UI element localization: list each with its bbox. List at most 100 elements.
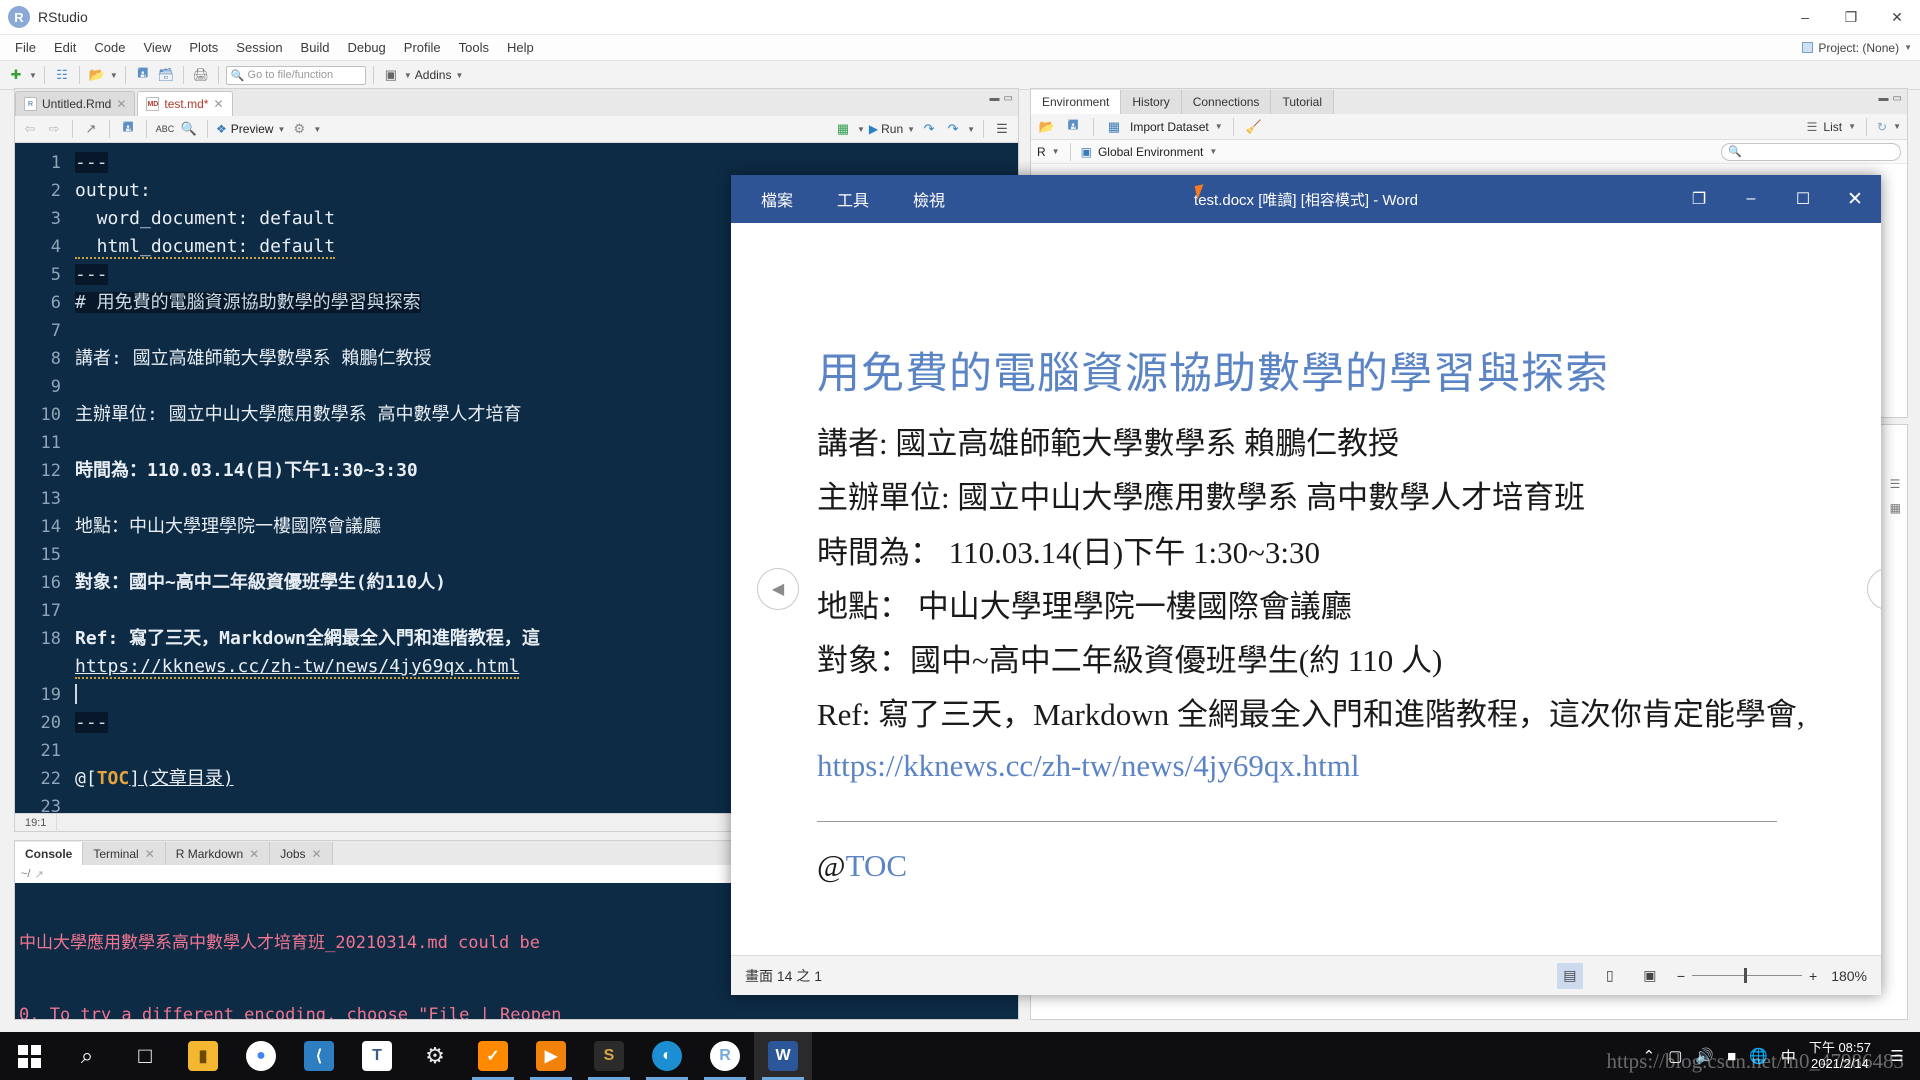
word-menu-view[interactable]: 檢視 <box>891 181 967 217</box>
print-icon[interactable]: 🖨 <box>191 65 211 85</box>
list-chevron-icon[interactable]: ▼ <box>1848 122 1856 131</box>
refresh-icon[interactable]: ↻ <box>1877 120 1887 134</box>
spellcheck-icon[interactable]: ABC <box>155 119 175 139</box>
zoom-slider[interactable]: − + <box>1677 968 1817 984</box>
maximize-icon[interactable]: ☐ <box>1777 175 1829 223</box>
back-arrow-icon[interactable]: ⇦ <box>20 119 40 139</box>
maximize-pane-icon[interactable]: ▭ <box>1004 93 1013 104</box>
insert-chunk-icon[interactable]: ▦ <box>833 119 853 139</box>
word-menu-tools[interactable]: 工具 <box>815 181 891 217</box>
new-file-icon[interactable]: ✚ <box>6 65 26 85</box>
pane-list-icon[interactable]: ☰ <box>1890 477 1901 491</box>
run-chevron-icon[interactable]: ▼ <box>907 125 915 134</box>
workbench-pane-icon[interactable]: ▣ <box>381 65 401 85</box>
list-view-icon[interactable]: ☰ <box>1807 120 1818 134</box>
taskbar-google-chrome[interactable]: ● <box>232 1032 290 1080</box>
previous-page-button[interactable]: ◀ <box>757 568 799 610</box>
find-replace-icon[interactable]: 🔍 <box>179 119 199 139</box>
menu-tools[interactable]: Tools <box>450 37 498 58</box>
save-all-icon[interactable]: 🗃 <box>156 65 176 85</box>
refresh-chevron-icon[interactable]: ▼ <box>1893 122 1901 131</box>
reference-hyperlink[interactable]: https://kknews.cc/zh-tw/news/4jy69qx.htm… <box>817 748 1359 783</box>
goto-file-input[interactable]: 🔍 Go to file/function <box>225 65 366 85</box>
environment-search-input[interactable]: 🔍 <box>1721 142 1901 161</box>
menu-help[interactable]: Help <box>498 37 543 58</box>
menu-file[interactable]: File <box>6 37 45 58</box>
zoom-in-button[interactable]: + <box>1809 968 1817 984</box>
zoom-level-label[interactable]: 180% <box>1831 968 1867 984</box>
insert-chevron-icon[interactable]: ▼ <box>857 125 865 134</box>
close-icon[interactable]: ✕ <box>1874 0 1920 35</box>
ribbon-display-options-icon[interactable]: ❐ <box>1673 175 1725 223</box>
clear-workspace-icon[interactable]: 🧹 <box>1244 117 1264 137</box>
tab-console[interactable]: Console <box>15 842 84 865</box>
menu-build[interactable]: Build <box>292 37 339 58</box>
tab-environment[interactable]: Environment <box>1031 90 1122 114</box>
pane-grid-icon[interactable]: ▦ <box>1890 501 1901 515</box>
r-engine-chevron-icon[interactable]: ▼ <box>1052 147 1060 156</box>
word-document-body[interactable]: ◀ 用免費的電腦資源協助數學的學習與探索 講者: 國立高雄師範大學數學系 賴鵬仁… <box>731 223 1881 955</box>
search-button[interactable]: ⌕ <box>58 1032 116 1080</box>
tab-r-markdown[interactable]: R Markdown ✕ <box>165 842 271 865</box>
maximize-pane-icon[interactable]: ▭ <box>1893 93 1902 104</box>
taskbar-vscode[interactable]: ⟨ <box>290 1032 348 1080</box>
save-icon[interactable]: 🖪 <box>133 65 153 85</box>
taskbar-microsoft-edge[interactable]: ◐ <box>638 1032 696 1080</box>
gear-chevron-icon[interactable]: ▼ <box>313 125 321 134</box>
load-workspace-icon[interactable]: 📂 <box>1037 117 1057 137</box>
menu-session[interactable]: Session <box>227 37 291 58</box>
minimize-icon[interactable]: – <box>1782 0 1828 35</box>
menu-code[interactable]: Code <box>85 37 134 58</box>
read-mode-icon[interactable]: ▤ <box>1556 962 1583 989</box>
close-tab-icon[interactable]: ✕ <box>312 847 322 861</box>
taskbar-file-explorer[interactable]: ▮ <box>174 1032 232 1080</box>
addins-button[interactable]: Addins ▼ <box>415 68 464 82</box>
menu-profile[interactable]: Profile <box>395 37 450 58</box>
source-tab-untitled-rmd[interactable]: R Untitled.Rmd ✕ <box>15 91 136 116</box>
taskbar-sublime-text[interactable]: S <box>580 1032 638 1080</box>
word-menu-file[interactable]: 檔案 <box>739 181 815 217</box>
gear-icon[interactable]: ⚙ <box>289 119 309 139</box>
open-file-icon[interactable]: 📂 <box>87 65 107 85</box>
preview-chevron-icon[interactable]: ▼ <box>277 125 285 134</box>
task-view-button[interactable]: □ <box>116 1032 174 1080</box>
minimize-icon[interactable]: – <box>1725 175 1777 223</box>
import-dataset-label[interactable]: Import Dataset <box>1130 120 1209 134</box>
zoom-out-button[interactable]: − <box>1677 968 1685 984</box>
global-environment-label[interactable]: Global Environment <box>1098 145 1203 159</box>
import-chevron-icon[interactable]: ▼ <box>1215 122 1223 131</box>
zoom-track[interactable] <box>1692 968 1802 983</box>
new-file-chevron-icon[interactable]: ▼ <box>29 71 37 80</box>
close-tab-icon[interactable]: ✕ <box>249 847 259 861</box>
project-selector[interactable]: Project: (None) ▼ <box>1802 41 1912 55</box>
taskbar-check-app[interactable]: ✓ <box>464 1032 522 1080</box>
taskbar-text-editor[interactable]: T <box>348 1032 406 1080</box>
tab-jobs[interactable]: Jobs ✕ <box>270 842 333 865</box>
minimize-pane-icon[interactable]: ▬ <box>1879 93 1889 104</box>
close-icon[interactable]: ✕ <box>1829 175 1881 223</box>
tab-terminal[interactable]: Terminal ✕ <box>83 842 166 865</box>
list-label[interactable]: List <box>1823 120 1842 134</box>
r-engine-label[interactable]: R <box>1037 145 1046 159</box>
taskbar-rstudio[interactable]: R <box>696 1032 754 1080</box>
start-button[interactable] <box>0 1032 58 1080</box>
tab-connections[interactable]: Connections <box>1181 90 1272 114</box>
preview-button[interactable]: ❖ Preview <box>216 122 273 136</box>
save-icon[interactable]: 🖪 <box>118 119 138 139</box>
maximize-icon[interactable]: ❐ <box>1828 0 1874 35</box>
run-button[interactable]: ▶ Run <box>869 122 903 136</box>
save-workspace-icon[interactable]: 🖪 <box>1063 117 1083 137</box>
new-project-icon[interactable]: ☷ <box>52 65 72 85</box>
tab-tutorial[interactable]: Tutorial <box>1271 90 1335 114</box>
taskbar-media-player[interactable]: ▶ <box>522 1032 580 1080</box>
minimize-pane-icon[interactable]: ▬ <box>990 93 1000 104</box>
web-layout-icon[interactable]: ▣ <box>1637 963 1663 989</box>
menu-debug[interactable]: Debug <box>338 37 394 58</box>
outline-icon[interactable]: ☰ <box>992 119 1012 139</box>
source-icon[interactable]: ↷ <box>943 119 963 139</box>
close-tab-icon[interactable]: ✕ <box>116 97 126 111</box>
taskbar-settings[interactable]: ⚙ <box>406 1032 464 1080</box>
rerun-icon[interactable]: ↷ <box>919 119 939 139</box>
global-env-chevron-icon[interactable]: ▼ <box>1209 147 1217 156</box>
workbench-chevron-icon[interactable]: ▼ <box>404 71 412 80</box>
